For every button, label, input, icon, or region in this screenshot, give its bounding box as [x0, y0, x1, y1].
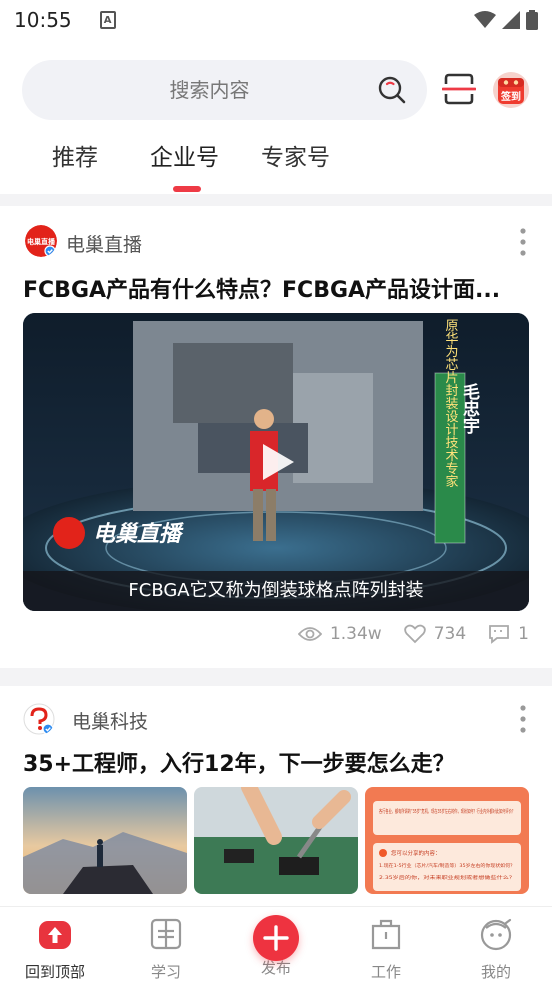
- channel-tabs: 推荐 企业号 专家号: [0, 130, 552, 194]
- search-placeholder: 搜索内容: [169, 78, 250, 102]
- thumbnail-text: 1.现在1-5行业（芯片/汽车/制造等）35岁左右的你现状如何？: [379, 862, 515, 869]
- tab-enterprise[interactable]: 企业号: [150, 138, 219, 172]
- cellular-signal-icon: [502, 11, 520, 29]
- thumbnail-text: 您可以分享的内容：: [391, 849, 441, 857]
- nav-label: 工作: [370, 963, 401, 981]
- speaker-name: 毛忠宇: [459, 382, 480, 435]
- search-row: 搜索内容 签到: [0, 60, 552, 120]
- briefcase-icon[interactable]: [369, 917, 403, 951]
- author-avatar[interactable]: 电巢直播: [25, 225, 57, 257]
- status-time: 10:55: [14, 8, 72, 32]
- nav-label: 学习: [150, 963, 181, 981]
- nav-profile[interactable]: 我的: [456, 917, 536, 982]
- battery-icon: [526, 10, 538, 30]
- likes-stat[interactable]: 734: [403, 624, 467, 644]
- more-options-icon[interactable]: [512, 227, 534, 257]
- thumbnail-row: 各行各业，都有所谓的“35岁”危机，现在35岁左右的你，现状如何？行业内外都对此…: [23, 787, 529, 894]
- video-brand-watermark: 电巢直播: [93, 522, 184, 547]
- play-icon[interactable]: [259, 441, 297, 483]
- publish-button[interactable]: [253, 915, 299, 961]
- search-icon[interactable]: [377, 75, 407, 105]
- author-name[interactable]: 电巢直播: [66, 230, 142, 257]
- section-divider: [0, 194, 552, 206]
- tab-recommend[interactable]: 推荐: [52, 138, 98, 172]
- thumbnail-image[interactable]: [23, 787, 187, 894]
- author-avatar[interactable]: [23, 703, 55, 735]
- profile-icon[interactable]: [479, 917, 513, 951]
- more-options-icon[interactable]: [512, 704, 534, 734]
- views-stat: 1.34w: [297, 624, 382, 644]
- views-count: 1.34w: [329, 624, 382, 644]
- plus-icon: [263, 925, 289, 951]
- section-divider: [0, 668, 552, 686]
- eye-icon: [297, 627, 322, 641]
- comments-count: 1: [518, 624, 529, 644]
- post-title[interactable]: 35+工程师，入行12年，下一步要怎么走？: [23, 746, 529, 778]
- likes-count: 734: [433, 624, 467, 644]
- book-icon[interactable]: [149, 917, 183, 951]
- thumbnail-text: 各行各业，都有所谓的“35岁”危机，现在35岁左右的你，现状如何？行业内外都对此…: [379, 808, 515, 815]
- speaker-title: 原华为芯片封装设计技术专家: [443, 319, 459, 488]
- notification-icon: A: [99, 11, 116, 29]
- nav-label: 我的: [480, 963, 511, 981]
- nav-work[interactable]: 工作: [346, 917, 426, 982]
- nav-label: 回到顶部: [24, 963, 85, 981]
- active-tab-indicator: [173, 186, 201, 192]
- video-player[interactable]: 原华为芯片封装设计技术专家 毛忠宇 电巢直播 FCBGA它又称为倒装球格点阵列封…: [23, 313, 529, 611]
- video-caption: FCBGA它又称为倒装球格点阵列封装: [23, 571, 529, 611]
- thumbnail-text: 2.35岁后的你，对未来职业规划或者想做些什么？: [379, 874, 515, 881]
- post-title[interactable]: FCBGA产品有什么特点？FCBGA产品设计面...: [23, 272, 529, 304]
- thumbnail-image[interactable]: 各行各业，都有所谓的“35岁”危机，现在35岁左右的你，现状如何？行业内外都对此…: [365, 787, 529, 894]
- nav-publish[interactable]: 发布: [236, 915, 316, 978]
- wifi-icon: [474, 11, 496, 28]
- nav-learn[interactable]: 学习: [126, 917, 206, 982]
- tab-expert[interactable]: 专家号: [261, 138, 330, 172]
- heart-icon[interactable]: [403, 624, 426, 644]
- bottom-navigation: 回到顶部 学习 发布 工作 我的: [0, 906, 552, 983]
- search-input[interactable]: 搜索内容: [22, 60, 427, 120]
- back-to-top-icon[interactable]: [38, 917, 72, 951]
- thumbnail-image[interactable]: [194, 787, 358, 894]
- author-name[interactable]: 电巢科技: [72, 707, 148, 734]
- nav-back-to-top[interactable]: 回到顶部: [15, 917, 95, 982]
- scan-icon[interactable]: [442, 72, 476, 106]
- sign-in-label: 签到: [500, 90, 521, 103]
- status-bar: 10:55 A: [0, 0, 552, 40]
- comment-icon[interactable]: [488, 624, 510, 644]
- post-stats: 1.34w 734 1: [297, 624, 529, 644]
- svg-text:电巢直播: 电巢直播: [27, 237, 56, 246]
- comments-stat[interactable]: 1: [488, 624, 529, 644]
- daily-sign-in-icon[interactable]: 签到: [492, 70, 530, 110]
